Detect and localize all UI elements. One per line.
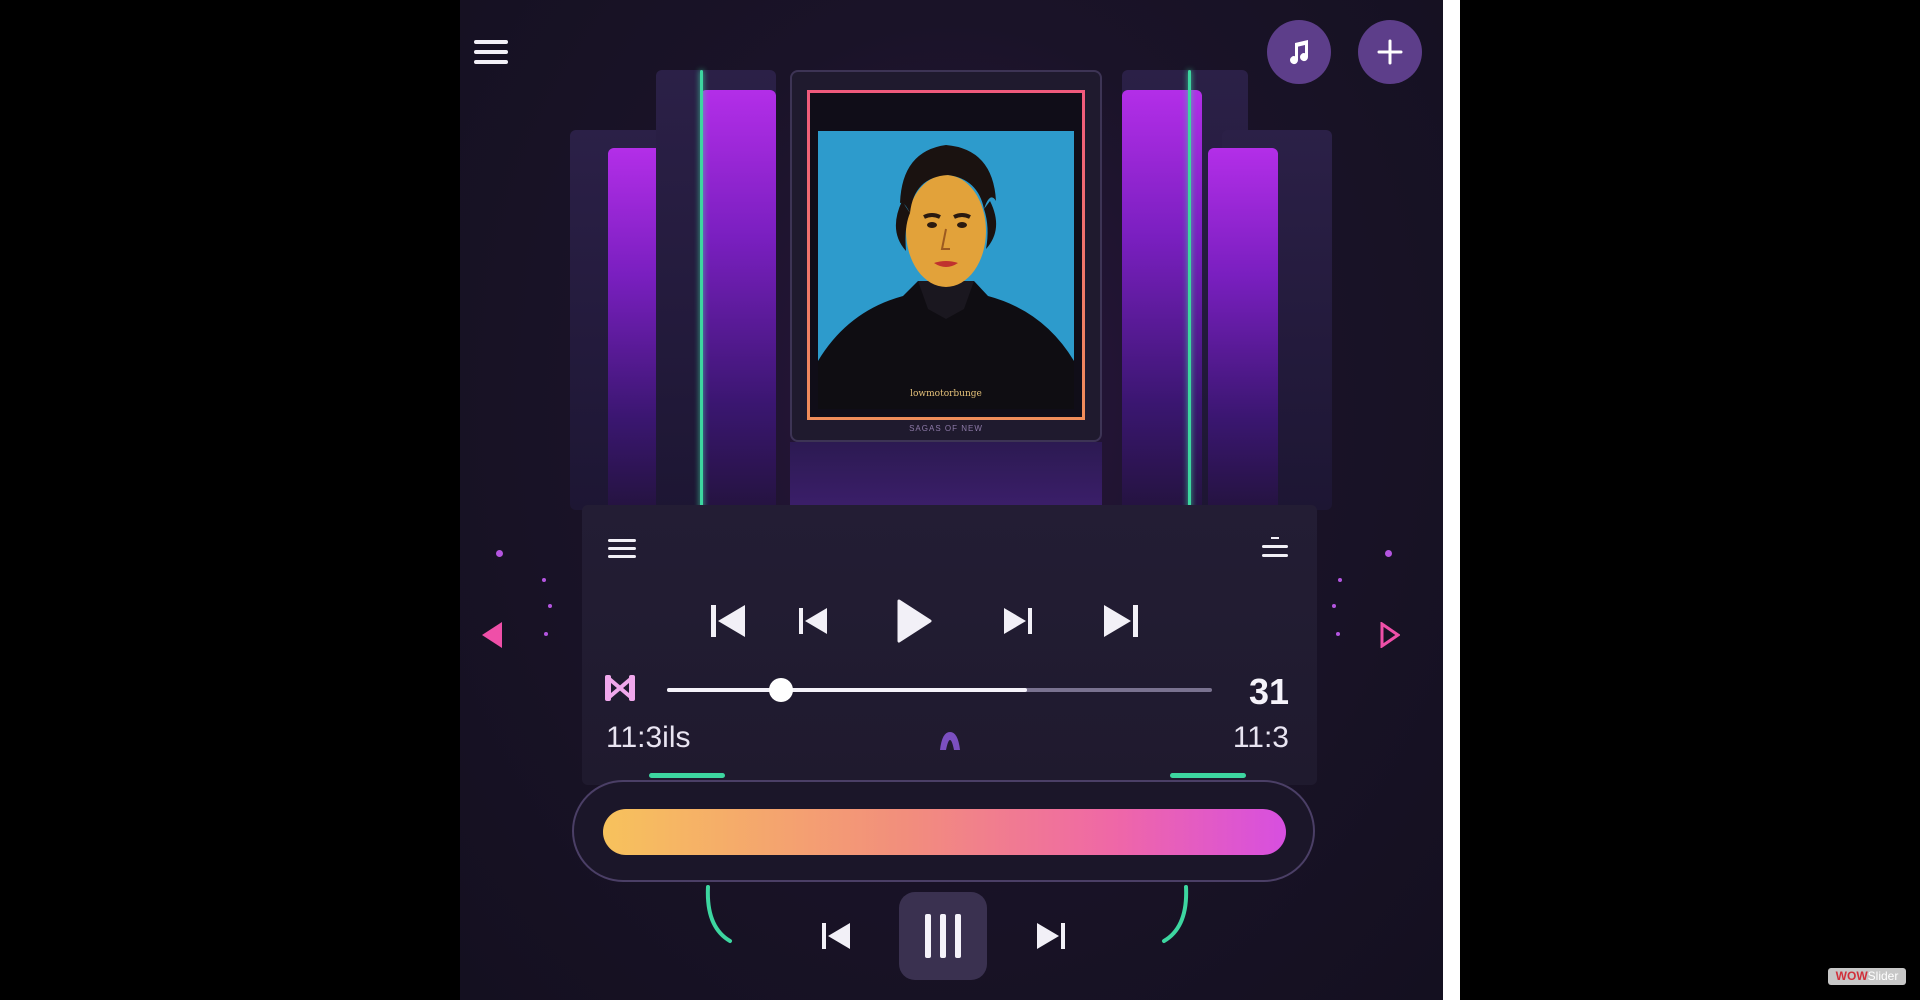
play-icon[interactable] — [893, 598, 933, 644]
plus-icon — [1377, 39, 1403, 65]
shuffle-icon[interactable] — [604, 673, 636, 703]
pause-icon — [925, 914, 931, 958]
time-total: 11:3 — [1232, 721, 1289, 754]
playlist-icon[interactable] — [608, 538, 636, 560]
previous-icon[interactable] — [798, 606, 828, 636]
next-icon[interactable] — [1003, 606, 1033, 636]
playback-controls: 31 11:3ils 11:3 — [582, 505, 1317, 785]
decor-dot — [548, 604, 552, 608]
volume-bar-container — [572, 780, 1315, 882]
screen: lowmotorbunge SAGAS OF NEW 31 11:3ils 11… — [0, 0, 1920, 1000]
speaker-right-outer-glow — [1208, 148, 1278, 510]
pause-button[interactable] — [899, 892, 987, 980]
decor-dot — [1336, 632, 1340, 636]
album-caption: lowmotorbunge — [910, 389, 982, 399]
arrow-left-icon[interactable] — [482, 622, 502, 648]
queue-icon[interactable] — [1262, 535, 1288, 561]
decor-dot — [544, 632, 548, 636]
menu-icon[interactable] — [474, 40, 508, 64]
speaker-right-trim — [1188, 70, 1191, 510]
album-frame: lowmotorbunge SAGAS OF NEW — [790, 70, 1102, 442]
skip-to-end-icon[interactable] — [1102, 602, 1140, 640]
volume-bar[interactable] — [603, 809, 1286, 855]
bracket-right — [1162, 885, 1189, 943]
bottom-next-icon[interactable] — [1036, 921, 1066, 951]
decor-dot — [542, 578, 546, 582]
frame-base — [790, 442, 1102, 508]
arrow-right-icon[interactable] — [1380, 622, 1400, 648]
progress-thumb[interactable] — [769, 678, 794, 702]
frame-subtitle: SAGAS OF NEW — [909, 424, 983, 433]
music-note-button[interactable] — [1267, 20, 1331, 84]
progress-fill — [667, 688, 1027, 692]
decor-dot — [496, 550, 503, 557]
progress-track[interactable] — [667, 678, 1212, 702]
skip-to-start-icon[interactable] — [709, 602, 747, 640]
music-note-icon — [1290, 40, 1309, 65]
album-border: lowmotorbunge — [807, 90, 1085, 420]
track-counter: 31 — [1248, 671, 1289, 712]
bar-accent-left — [649, 773, 725, 778]
speaker-left-inner-glow — [700, 90, 776, 510]
time-elapsed: 11:3ils — [606, 721, 691, 754]
side-strip — [1443, 0, 1460, 1000]
tag-icon — [938, 730, 962, 750]
bar-accent-right — [1170, 773, 1246, 778]
album-art: lowmotorbunge — [818, 131, 1074, 409]
decor-dot — [1332, 604, 1336, 608]
speaker-left-trim — [700, 70, 703, 510]
decor-dot — [1338, 578, 1342, 582]
portrait-illustration — [818, 131, 1074, 409]
music-player-panel: lowmotorbunge SAGAS OF NEW 31 11:3ils 11… — [460, 0, 1443, 1000]
bracket-left — [705, 885, 732, 943]
decor-dot — [1385, 550, 1392, 557]
watermark: WOWSlider — [1828, 968, 1906, 985]
bottom-previous-icon[interactable] — [821, 921, 851, 951]
add-button[interactable] — [1358, 20, 1422, 84]
